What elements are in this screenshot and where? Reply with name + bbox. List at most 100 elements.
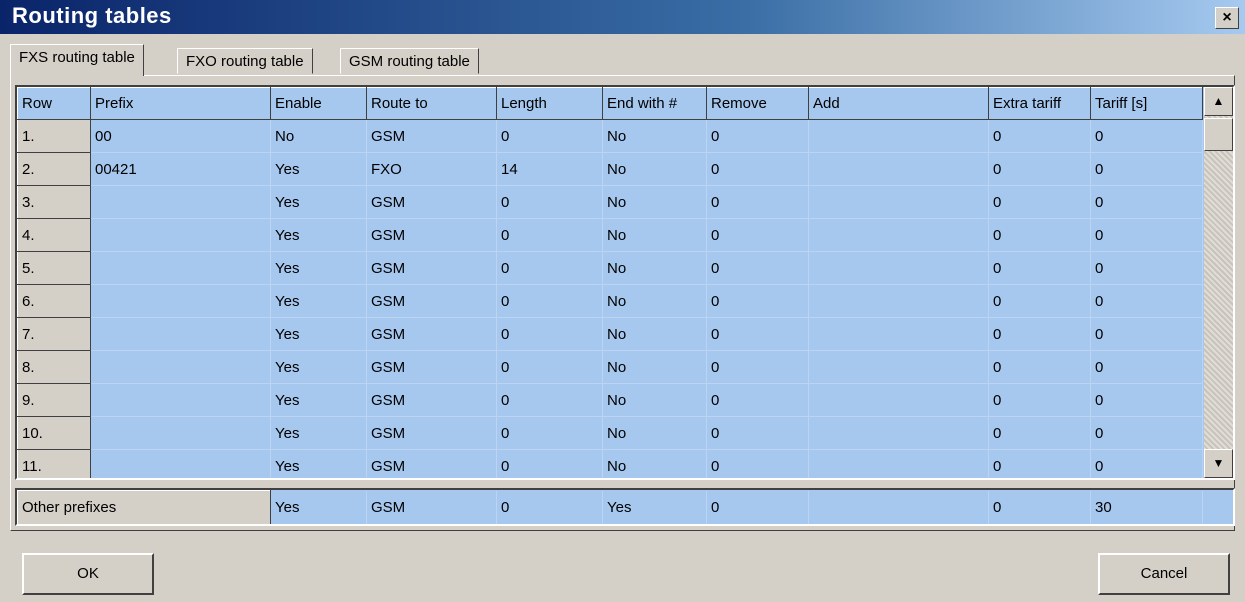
enable-cell[interactable]: Yes xyxy=(270,152,367,186)
tariff-cell[interactable]: 0 xyxy=(1090,119,1203,153)
table-row[interactable]: 6. Yes GSM 0 No 0 0 0 xyxy=(17,284,1203,318)
table-row[interactable]: 2. 00421 Yes FXO 14 No 0 0 0 xyxy=(17,152,1203,186)
table-row[interactable]: 4. Yes GSM 0 No 0 0 0 xyxy=(17,218,1203,252)
prefix-cell[interactable] xyxy=(90,284,271,318)
extra-tariff-cell[interactable]: 0 xyxy=(988,152,1091,186)
col-header-end-with-hash[interactable]: End with # xyxy=(602,87,707,120)
table-row[interactable]: 10. Yes GSM 0 No 0 0 0 xyxy=(17,416,1203,450)
add-cell[interactable] xyxy=(808,383,989,417)
extra-tariff-cell[interactable]: 0 xyxy=(988,383,1091,417)
remove-cell[interactable]: 0 xyxy=(706,416,809,450)
add-cell[interactable] xyxy=(808,119,989,153)
tariff-cell[interactable]: 0 xyxy=(1090,416,1203,450)
prefix-cell[interactable] xyxy=(90,218,271,252)
other-enable-cell[interactable]: Yes xyxy=(270,490,367,524)
enable-cell[interactable]: Yes xyxy=(270,185,367,219)
prefix-cell[interactable]: 00 xyxy=(90,119,271,153)
tariff-cell[interactable]: 0 xyxy=(1090,218,1203,252)
add-cell[interactable] xyxy=(808,218,989,252)
table-row[interactable]: 1. 00 No GSM 0 No 0 0 0 xyxy=(17,119,1203,153)
enable-cell[interactable]: No xyxy=(270,119,367,153)
other-remove-cell[interactable]: 0 xyxy=(706,490,809,524)
route-to-cell[interactable]: GSM xyxy=(366,251,497,285)
route-to-cell[interactable]: GSM xyxy=(366,185,497,219)
end-with-hash-cell[interactable]: No xyxy=(602,416,707,450)
enable-cell[interactable]: Yes xyxy=(270,350,367,384)
tariff-cell[interactable]: 0 xyxy=(1090,284,1203,318)
remove-cell[interactable]: 0 xyxy=(706,317,809,351)
extra-tariff-cell[interactable]: 0 xyxy=(988,218,1091,252)
prefix-cell[interactable] xyxy=(90,317,271,351)
remove-cell[interactable]: 0 xyxy=(706,119,809,153)
other-extra-tariff-cell[interactable]: 0 xyxy=(988,490,1091,524)
remove-cell[interactable]: 0 xyxy=(706,251,809,285)
length-cell[interactable]: 0 xyxy=(496,218,603,252)
tariff-cell[interactable]: 0 xyxy=(1090,350,1203,384)
prefix-cell[interactable] xyxy=(90,449,271,478)
other-length-cell[interactable]: 0 xyxy=(496,490,603,524)
add-cell[interactable] xyxy=(808,152,989,186)
extra-tariff-cell[interactable]: 0 xyxy=(988,416,1091,450)
col-header-extra-tariff[interactable]: Extra tariff xyxy=(988,87,1091,120)
enable-cell[interactable]: Yes xyxy=(270,284,367,318)
add-cell[interactable] xyxy=(808,251,989,285)
remove-cell[interactable]: 0 xyxy=(706,350,809,384)
length-cell[interactable]: 0 xyxy=(496,251,603,285)
tab-gsm-routing[interactable]: GSM routing table xyxy=(340,48,479,74)
col-header-route-to[interactable]: Route to xyxy=(366,87,497,120)
scroll-down-button[interactable]: ▼ xyxy=(1204,449,1233,478)
tariff-cell[interactable]: 0 xyxy=(1090,152,1203,186)
table-row[interactable]: 7. Yes GSM 0 No 0 0 0 xyxy=(17,317,1203,351)
tariff-cell[interactable]: 0 xyxy=(1090,317,1203,351)
enable-cell[interactable]: Yes xyxy=(270,383,367,417)
extra-tariff-cell[interactable]: 0 xyxy=(988,317,1091,351)
table-row[interactable]: 9. Yes GSM 0 No 0 0 0 xyxy=(17,383,1203,417)
extra-tariff-cell[interactable]: 0 xyxy=(988,251,1091,285)
end-with-hash-cell[interactable]: No xyxy=(602,152,707,186)
routing-grid[interactable]: Row Prefix Enable Route to Length End wi… xyxy=(15,85,1235,480)
extra-tariff-cell[interactable]: 0 xyxy=(988,284,1091,318)
other-add-cell[interactable] xyxy=(808,490,989,524)
end-with-hash-cell[interactable]: No xyxy=(602,284,707,318)
enable-cell[interactable]: Yes xyxy=(270,251,367,285)
extra-tariff-cell[interactable]: 0 xyxy=(988,350,1091,384)
prefix-cell[interactable] xyxy=(90,350,271,384)
other-tariff-cell[interactable]: 30 xyxy=(1090,490,1203,524)
add-cell[interactable] xyxy=(808,185,989,219)
route-to-cell[interactable]: GSM xyxy=(366,218,497,252)
enable-cell[interactable]: Yes xyxy=(270,317,367,351)
scroll-up-button[interactable]: ▲ xyxy=(1204,87,1233,116)
end-with-hash-cell[interactable]: No xyxy=(602,350,707,384)
add-cell[interactable] xyxy=(808,416,989,450)
end-with-hash-cell[interactable]: No xyxy=(602,119,707,153)
add-cell[interactable] xyxy=(808,284,989,318)
end-with-hash-cell[interactable]: No xyxy=(602,251,707,285)
col-header-length[interactable]: Length xyxy=(496,87,603,120)
other-end-with-hash-cell[interactable]: Yes xyxy=(602,490,707,524)
tariff-cell[interactable]: 0 xyxy=(1090,251,1203,285)
extra-tariff-cell[interactable]: 0 xyxy=(988,185,1091,219)
remove-cell[interactable]: 0 xyxy=(706,218,809,252)
end-with-hash-cell[interactable]: No xyxy=(602,218,707,252)
route-to-cell[interactable]: GSM xyxy=(366,350,497,384)
route-to-cell[interactable]: GSM xyxy=(366,119,497,153)
remove-cell[interactable]: 0 xyxy=(706,152,809,186)
enable-cell[interactable]: Yes xyxy=(270,449,367,478)
route-to-cell[interactable]: GSM xyxy=(366,383,497,417)
add-cell[interactable] xyxy=(808,317,989,351)
add-cell[interactable] xyxy=(808,350,989,384)
extra-tariff-cell[interactable]: 0 xyxy=(988,119,1091,153)
route-to-cell[interactable]: GSM xyxy=(366,317,497,351)
length-cell[interactable]: 0 xyxy=(496,317,603,351)
enable-cell[interactable]: Yes xyxy=(270,218,367,252)
length-cell[interactable]: 14 xyxy=(496,152,603,186)
scroll-thumb[interactable] xyxy=(1204,118,1233,151)
col-header-add[interactable]: Add xyxy=(808,87,989,120)
length-cell[interactable]: 0 xyxy=(496,350,603,384)
route-to-cell[interactable]: GSM xyxy=(366,284,497,318)
length-cell[interactable]: 0 xyxy=(496,119,603,153)
close-button[interactable]: × xyxy=(1215,7,1239,29)
end-with-hash-cell[interactable]: No xyxy=(602,383,707,417)
remove-cell[interactable]: 0 xyxy=(706,449,809,478)
length-cell[interactable]: 0 xyxy=(496,185,603,219)
